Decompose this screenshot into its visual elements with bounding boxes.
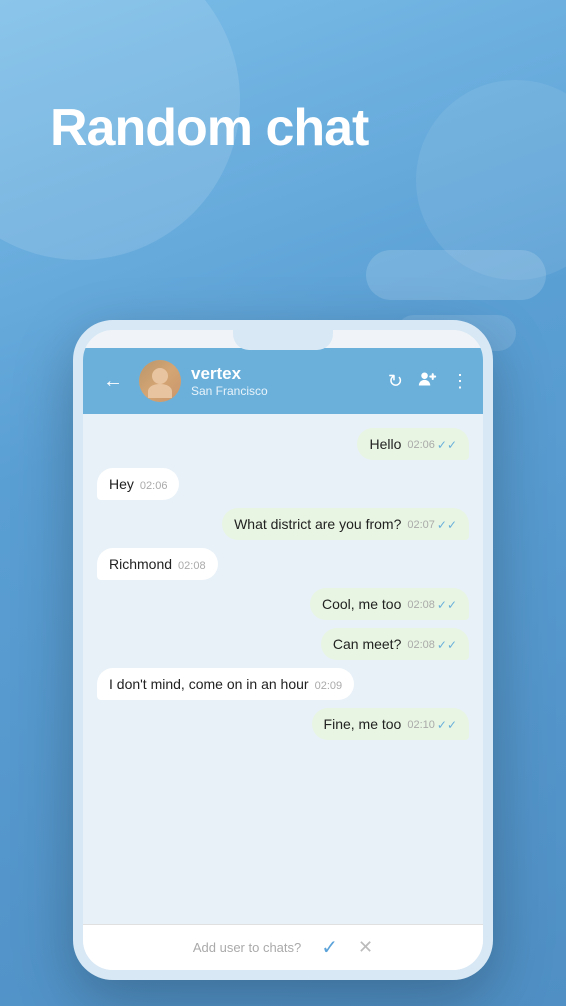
message-text: Fine, me too	[324, 716, 402, 732]
add-user-icon[interactable]	[417, 370, 437, 393]
message-time: 02:09	[315, 680, 343, 692]
message-bubble-received: Richmond 02:08	[97, 548, 218, 580]
message-meta: 02:07 ✓✓	[407, 518, 457, 532]
message-row: Hello 02:06 ✓✓	[97, 428, 469, 460]
message-time: 02:06	[140, 480, 168, 492]
message-row: Richmond 02:08	[97, 548, 469, 580]
header-actions: ↻ ⋮	[388, 370, 469, 393]
message-text: Hello	[369, 436, 401, 452]
message-row: Can meet? 02:08 ✓✓	[97, 628, 469, 660]
footer-prompt: Add user to chats?	[193, 940, 301, 955]
message-row: What district are you from? 02:07 ✓✓	[97, 508, 469, 540]
message-text: Hey	[109, 476, 134, 492]
add-user-cancel-button[interactable]: ✕	[358, 937, 373, 958]
add-user-confirm-button[interactable]: ✓	[321, 935, 338, 960]
message-time: 02:08	[407, 639, 435, 651]
message-row: Hey 02:06	[97, 468, 469, 500]
message-meta: 02:06	[140, 480, 168, 492]
message-bubble-sent: Fine, me too 02:10 ✓✓	[312, 708, 469, 740]
phone-mockup: ← vertex San Francisco ↻ ⋮	[73, 320, 493, 980]
message-time: 02:07	[407, 519, 435, 531]
message-meta: 02:08 ✓✓	[407, 638, 457, 652]
message-time: 02:06	[407, 439, 435, 451]
message-text: What district are you from?	[234, 516, 401, 532]
avatar-image	[139, 360, 181, 402]
message-bubble-sent: Hello 02:06 ✓✓	[357, 428, 469, 460]
message-text: Richmond	[109, 556, 172, 572]
read-receipt-icon: ✓✓	[437, 438, 457, 452]
contact-name: vertex	[191, 364, 378, 384]
message-meta: 02:06 ✓✓	[407, 438, 457, 452]
chat-body: Hello 02:06 ✓✓ Hey 02:06 What district a…	[83, 414, 483, 924]
message-bubble-received: I don't mind, come on in an hour 02:09	[97, 668, 354, 700]
message-time: 02:08	[407, 599, 435, 611]
back-button[interactable]: ←	[97, 368, 129, 395]
read-receipt-icon: ✓✓	[437, 638, 457, 652]
contact-location: San Francisco	[191, 384, 378, 398]
message-bubble-sent: Cool, me too 02:08 ✓✓	[310, 588, 469, 620]
more-options-icon[interactable]: ⋮	[451, 371, 469, 392]
message-time: 02:10	[407, 719, 435, 731]
message-text: Cool, me too	[322, 596, 401, 612]
read-receipt-icon: ✓✓	[437, 598, 457, 612]
read-receipt-icon: ✓✓	[437, 718, 457, 732]
message-text: Can meet?	[333, 636, 401, 652]
header-info: vertex San Francisco	[191, 364, 378, 398]
chat-footer: Add user to chats? ✓ ✕	[83, 924, 483, 970]
message-bubble-received: Hey 02:06	[97, 468, 179, 500]
refresh-icon[interactable]: ↻	[388, 371, 403, 392]
message-text: I don't mind, come on in an hour	[109, 676, 309, 692]
phone-notch	[233, 330, 333, 350]
app-title: Random chat	[50, 100, 368, 157]
message-bubble-sent: Can meet? 02:08 ✓✓	[321, 628, 469, 660]
message-bubble-sent: What district are you from? 02:07 ✓✓	[222, 508, 469, 540]
message-row: Fine, me too 02:10 ✓✓	[97, 708, 469, 740]
message-row: Cool, me too 02:08 ✓✓	[97, 588, 469, 620]
bg-decoration-shape1	[366, 250, 546, 300]
message-meta: 02:08 ✓✓	[407, 598, 457, 612]
message-meta: 02:09	[315, 680, 343, 692]
read-receipt-icon: ✓✓	[437, 518, 457, 532]
message-row: I don't mind, come on in an hour 02:09	[97, 668, 469, 700]
message-meta: 02:10 ✓✓	[407, 718, 457, 732]
message-meta: 02:08	[178, 560, 206, 572]
message-time: 02:08	[178, 560, 206, 572]
avatar	[139, 360, 181, 402]
chat-header: ← vertex San Francisco ↻ ⋮	[83, 348, 483, 414]
